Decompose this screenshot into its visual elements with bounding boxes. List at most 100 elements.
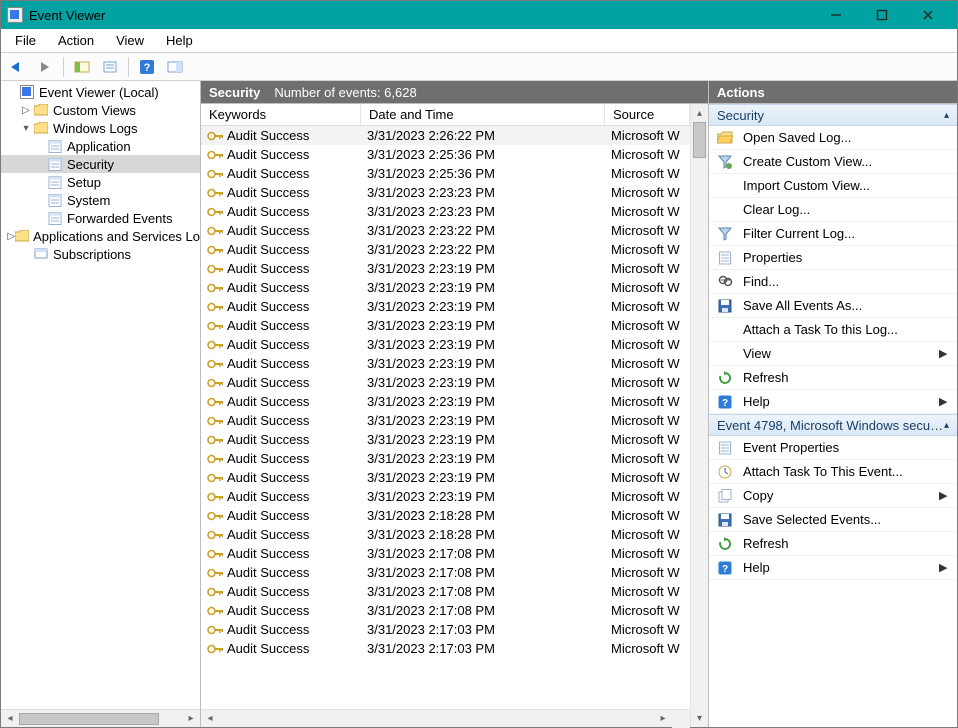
action-create-custom-view[interactable]: Create Custom View... <box>709 150 957 174</box>
cell-source: Microsoft W <box>605 508 690 523</box>
event-row[interactable]: Audit Success3/31/2023 2:23:19 PMMicroso… <box>201 468 690 487</box>
show-tree-button[interactable] <box>70 56 94 78</box>
chevron-right-icon[interactable]: ▷ <box>7 231 15 242</box>
action-help[interactable]: ?Help▶ <box>709 556 957 580</box>
event-row[interactable]: Audit Success3/31/2023 2:23:23 PMMicroso… <box>201 202 690 221</box>
tree-log-security[interactable]: Security <box>1 155 200 173</box>
tree-subscriptions[interactable]: Subscriptions <box>1 245 200 263</box>
event-row[interactable]: Audit Success3/31/2023 2:17:03 PMMicroso… <box>201 620 690 639</box>
event-row[interactable]: Audit Success3/31/2023 2:18:28 PMMicroso… <box>201 506 690 525</box>
titlebar[interactable]: Event Viewer <box>1 1 957 29</box>
menu-action[interactable]: Action <box>48 30 104 51</box>
panel-toggle-button[interactable] <box>163 56 187 78</box>
scrollbar-thumb[interactable] <box>693 122 706 158</box>
cell-date: 3/31/2023 2:17:08 PM <box>361 565 605 580</box>
column-date[interactable]: Date and Time <box>361 104 605 125</box>
chevron-right-icon[interactable]: ▷ <box>19 105 33 116</box>
event-row[interactable]: Audit Success3/31/2023 2:23:19 PMMicroso… <box>201 373 690 392</box>
scroll-left-icon[interactable]: ◂ <box>201 713 219 724</box>
action-copy[interactable]: Copy▶ <box>709 484 957 508</box>
action-save-selected-events[interactable]: Save Selected Events... <box>709 508 957 532</box>
properties-button[interactable] <box>98 56 122 78</box>
event-row[interactable]: Audit Success3/31/2023 2:25:36 PMMicroso… <box>201 145 690 164</box>
event-row[interactable]: Audit Success3/31/2023 2:17:08 PMMicroso… <box>201 544 690 563</box>
action-import-custom-view[interactable]: Import Custom View... <box>709 174 957 198</box>
action-view[interactable]: View▶ <box>709 342 957 366</box>
action-help[interactable]: ?Help▶ <box>709 390 957 414</box>
save-icon <box>717 298 733 314</box>
scroll-up-icon[interactable]: ▴ <box>691 104 708 122</box>
event-row[interactable]: Audit Success3/31/2023 2:26:22 PMMicroso… <box>201 126 690 145</box>
minimize-button[interactable] <box>813 1 859 29</box>
menu-view[interactable]: View <box>106 30 154 51</box>
event-row[interactable]: Audit Success3/31/2023 2:23:19 PMMicroso… <box>201 278 690 297</box>
action-event-properties[interactable]: Event Properties <box>709 436 957 460</box>
event-row[interactable]: Audit Success3/31/2023 2:23:19 PMMicroso… <box>201 354 690 373</box>
event-row[interactable]: Audit Success3/31/2023 2:17:03 PMMicroso… <box>201 639 690 658</box>
action-filter-current-log[interactable]: Filter Current Log... <box>709 222 957 246</box>
event-row[interactable]: Audit Success3/31/2023 2:25:36 PMMicroso… <box>201 164 690 183</box>
actions-group-security[interactable]: Security ▴ <box>709 104 957 126</box>
column-keywords[interactable]: Keywords <box>201 104 361 125</box>
action-save-all-events-as[interactable]: Save All Events As... <box>709 294 957 318</box>
column-source[interactable]: Source <box>605 104 690 125</box>
scroll-left-icon[interactable]: ◂ <box>1 713 19 724</box>
event-row[interactable]: Audit Success3/31/2023 2:17:08 PMMicroso… <box>201 601 690 620</box>
event-row[interactable]: Audit Success3/31/2023 2:23:19 PMMicroso… <box>201 297 690 316</box>
collapse-icon[interactable]: ▴ <box>944 420 949 431</box>
event-row[interactable]: Audit Success3/31/2023 2:23:19 PMMicroso… <box>201 430 690 449</box>
action-open-saved-log[interactable]: Open Saved Log... <box>709 126 957 150</box>
event-row[interactable]: Audit Success3/31/2023 2:23:19 PMMicroso… <box>201 316 690 335</box>
action-refresh[interactable]: Refresh <box>709 532 957 556</box>
menu-file[interactable]: File <box>5 30 46 51</box>
action-find[interactable]: Find... <box>709 270 957 294</box>
scroll-right-icon[interactable]: ▸ <box>654 713 672 724</box>
group-label: Event 4798, Microsoft Windows security..… <box>717 418 944 433</box>
tree-apps-services[interactable]: ▷ Applications and Services Lo <box>1 227 200 245</box>
event-row[interactable]: Audit Success3/31/2023 2:23:19 PMMicroso… <box>201 335 690 354</box>
key-icon <box>207 167 223 181</box>
close-button[interactable] <box>905 1 951 29</box>
collapse-icon[interactable]: ▴ <box>944 110 949 121</box>
event-row[interactable]: Audit Success3/31/2023 2:17:08 PMMicroso… <box>201 563 690 582</box>
event-row[interactable]: Audit Success3/31/2023 2:23:19 PMMicroso… <box>201 487 690 506</box>
help-button[interactable]: ? <box>135 56 159 78</box>
scroll-right-icon[interactable]: ▸ <box>182 713 200 724</box>
tree-horizontal-scrollbar[interactable]: ◂ ▸ <box>1 709 200 727</box>
tree-custom-views[interactable]: ▷ Custom Views <box>1 101 200 119</box>
forward-button[interactable] <box>33 56 57 78</box>
tree-log-system[interactable]: System <box>1 191 200 209</box>
tree-log-forwarded-events[interactable]: Forwarded Events <box>1 209 200 227</box>
scroll-down-icon[interactable]: ▾ <box>691 709 708 727</box>
event-row[interactable]: Audit Success3/31/2023 2:23:23 PMMicroso… <box>201 183 690 202</box>
event-row[interactable]: Audit Success3/31/2023 2:23:19 PMMicroso… <box>201 449 690 468</box>
actions-group-event[interactable]: Event 4798, Microsoft Windows security..… <box>709 414 957 436</box>
tree-root[interactable]: Event Viewer (Local) <box>1 83 200 101</box>
event-row[interactable]: Audit Success3/31/2023 2:23:19 PMMicroso… <box>201 259 690 278</box>
event-row[interactable]: Audit Success3/31/2023 2:23:19 PMMicroso… <box>201 411 690 430</box>
event-row[interactable]: Audit Success3/31/2023 2:18:28 PMMicroso… <box>201 525 690 544</box>
list-vertical-scrollbar[interactable]: ▴ ▾ <box>690 104 708 727</box>
action-refresh[interactable]: Refresh <box>709 366 957 390</box>
event-row[interactable]: Audit Success3/31/2023 2:23:22 PMMicroso… <box>201 240 690 259</box>
action-label: Refresh <box>743 536 949 551</box>
cell-source: Microsoft W <box>605 413 690 428</box>
action-attach-a-task-to-this-log[interactable]: Attach a Task To this Log... <box>709 318 957 342</box>
scrollbar-thumb[interactable] <box>19 713 159 725</box>
list-horizontal-scrollbar[interactable]: ◂ ▸ <box>201 709 690 727</box>
event-row[interactable]: Audit Success3/31/2023 2:23:19 PMMicroso… <box>201 392 690 411</box>
tree-windows-logs[interactable]: ▾ Windows Logs <box>1 119 200 137</box>
action-clear-log[interactable]: Clear Log... <box>709 198 957 222</box>
maximize-button[interactable] <box>859 1 905 29</box>
tree-log-setup[interactable]: Setup <box>1 173 200 191</box>
chevron-down-icon[interactable]: ▾ <box>19 123 33 134</box>
action-attach-task-to-this-event[interactable]: Attach Task To This Event... <box>709 460 957 484</box>
tree-log-application[interactable]: Application <box>1 137 200 155</box>
action-properties[interactable]: Properties <box>709 246 957 270</box>
event-row[interactable]: Audit Success3/31/2023 2:23:22 PMMicroso… <box>201 221 690 240</box>
menu-help[interactable]: Help <box>156 30 203 51</box>
blank-icon <box>717 322 733 338</box>
back-button[interactable] <box>5 56 29 78</box>
log-icon <box>47 210 63 226</box>
event-row[interactable]: Audit Success3/31/2023 2:17:08 PMMicroso… <box>201 582 690 601</box>
